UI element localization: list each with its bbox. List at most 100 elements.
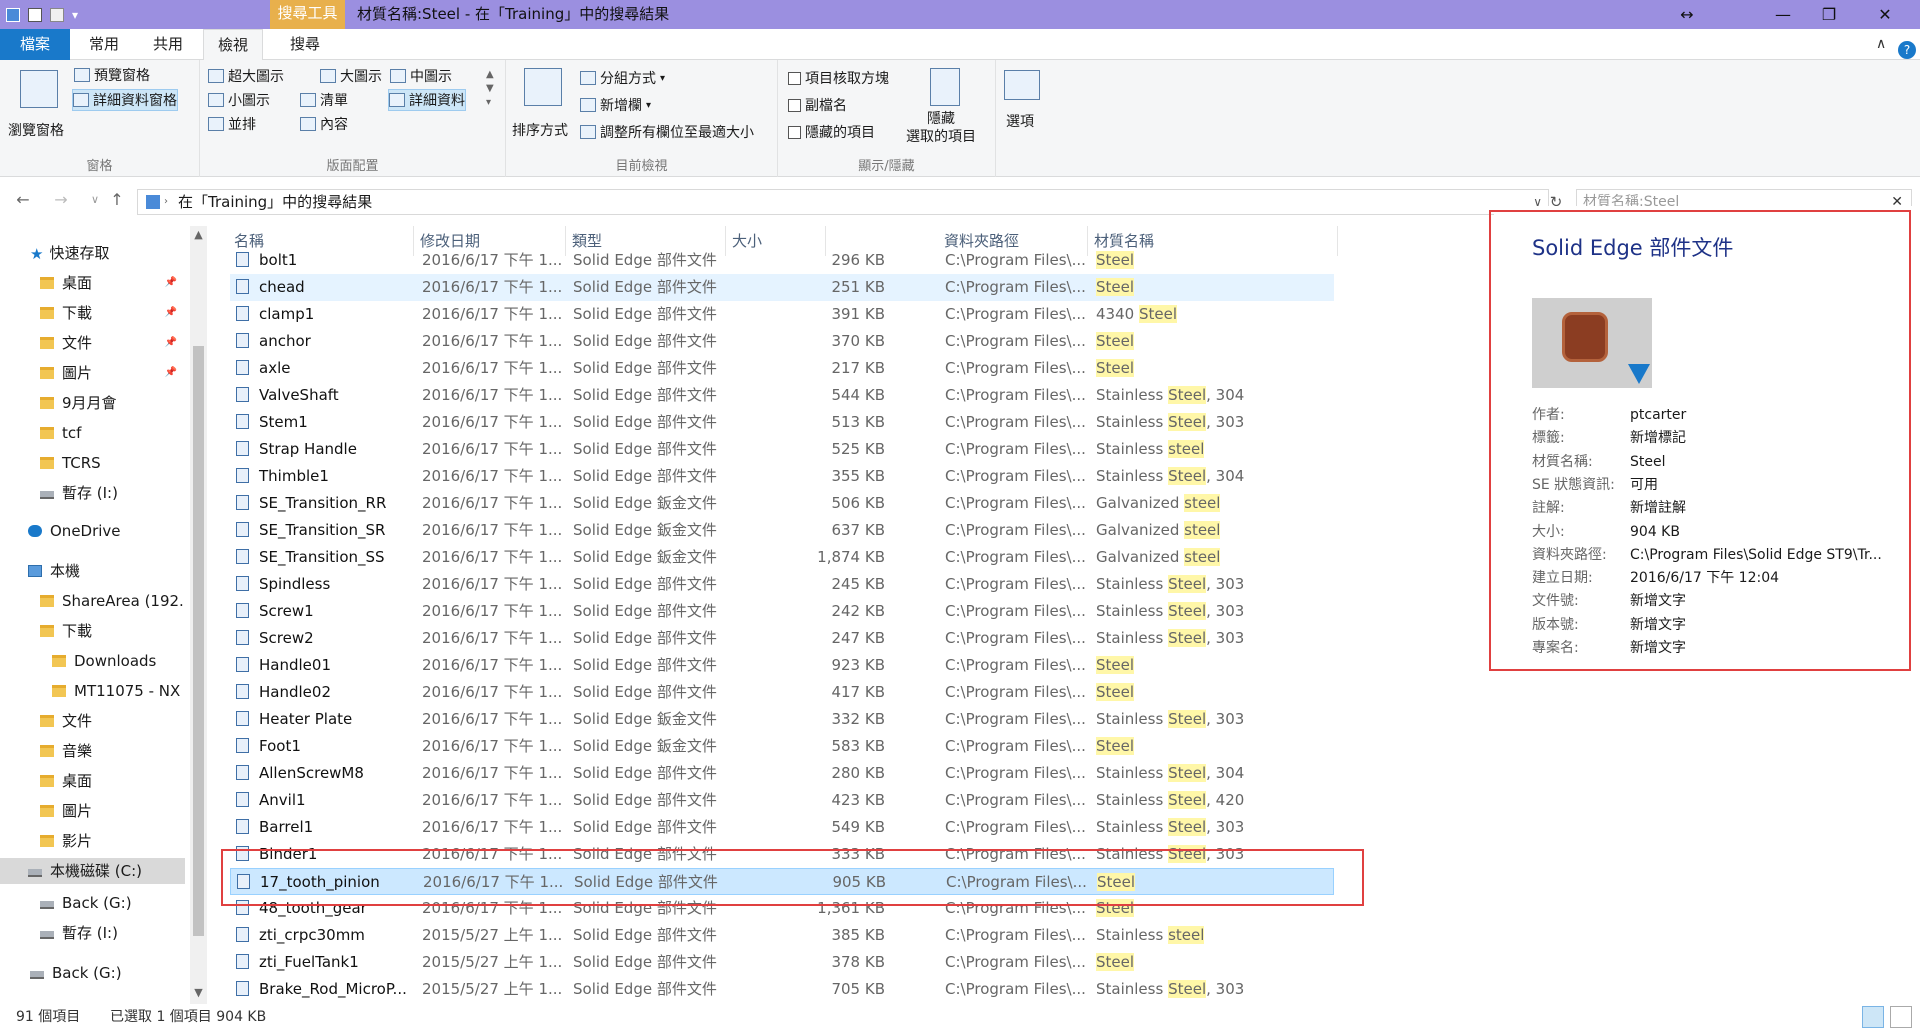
file-row[interactable]: clamp1 2016/6/17 下午 1... Solid Edge 部件文件 39… bbox=[230, 301, 1334, 328]
small-icons-button[interactable]: 小圖示 bbox=[208, 89, 270, 111]
file-row[interactable]: axle 2016/6/17 下午 1... Solid Edge 部件文件 217 … bbox=[230, 355, 1334, 382]
collapse-ribbon-icon[interactable]: ∧ bbox=[1876, 29, 1886, 60]
nav-item[interactable]: TCRS bbox=[0, 450, 185, 476]
nav-item[interactable]: 下載 📌 bbox=[0, 300, 185, 326]
nav-item[interactable]: 影片 bbox=[0, 828, 185, 854]
checkbox[interactable] bbox=[788, 125, 801, 139]
nav-scrollbar[interactable]: ▲ ▼ bbox=[190, 226, 207, 1004]
file-row[interactable]: 17_tooth_pinion 2016/6/17 下午 1... Solid Ed… bbox=[230, 868, 1334, 895]
size-all-columns-button[interactable]: 調整所有欄位至最適大小 bbox=[580, 121, 754, 143]
file-row[interactable]: zti_crpc30mm 2015/5/27 上午 1... Solid Edge … bbox=[230, 922, 1334, 949]
recent-locations-icon[interactable]: ∨ bbox=[84, 189, 106, 211]
checkbox[interactable] bbox=[788, 71, 801, 85]
file-row[interactable]: anchor 2016/6/17 下午 1... Solid Edge 部件文件 37… bbox=[230, 328, 1334, 355]
nav-item[interactable]: 暫存 (I:) bbox=[0, 920, 185, 946]
nav-item[interactable]: 下載 bbox=[0, 618, 185, 644]
file-row[interactable]: Handle01 2016/6/17 下午 1... Solid Edge 部件文件… bbox=[230, 652, 1334, 679]
scroll-down-icon[interactable]: ▼ bbox=[190, 986, 207, 999]
file-row[interactable]: 48_tooth_gear 2016/6/17 下午 1... Solid Edge… bbox=[230, 895, 1334, 922]
forward-arrow-icon[interactable]: → bbox=[50, 189, 72, 211]
property-value[interactable]: Steel bbox=[1630, 451, 1890, 473]
details-view-toggle-icon[interactable] bbox=[1862, 1006, 1884, 1028]
file-row[interactable]: Handle02 2016/6/17 下午 1... Solid Edge 部件文件… bbox=[230, 679, 1334, 706]
nav-item[interactable]: 暫存 (I:) bbox=[0, 480, 185, 506]
medium-icons-button[interactable]: 中圖示 bbox=[390, 65, 452, 87]
nav-item[interactable]: OneDrive bbox=[0, 518, 185, 544]
property-value[interactable]: 新增文字 bbox=[1630, 614, 1890, 636]
tab-share[interactable]: 共用 bbox=[140, 29, 196, 60]
property-value[interactable]: 可用 bbox=[1630, 474, 1890, 496]
nav-scroll-thumb[interactable] bbox=[193, 346, 204, 936]
nav-item[interactable]: Back (G:) bbox=[0, 960, 185, 986]
hidden-items-toggle[interactable]: 隱藏的項目 bbox=[788, 121, 875, 143]
file-row[interactable]: zti_FuelTank1 2015/5/27 上午 1... Solid Edge… bbox=[230, 949, 1334, 976]
hide-selected-button[interactable]: 隱藏 選取的項目 bbox=[906, 110, 976, 154]
file-row[interactable]: ValveShaft 2016/6/17 下午 1... Solid Edge 部件… bbox=[230, 382, 1334, 409]
nav-item[interactable]: Downloads bbox=[0, 648, 185, 674]
pin-icon[interactable]: 📌 bbox=[165, 360, 177, 386]
nav-item[interactable]: 本機磁碟 (C:) bbox=[0, 858, 185, 884]
file-row[interactable]: SE_Transition_SR 2016/6/17 下午 1... Solid E… bbox=[230, 517, 1334, 544]
breadcrumb-chevron-icon[interactable]: › bbox=[164, 190, 168, 214]
nav-item[interactable]: Back (G:) bbox=[0, 890, 185, 916]
file-row[interactable]: Spindless 2016/6/17 下午 1... Solid Edge 部件文… bbox=[230, 571, 1334, 598]
sort-by-button[interactable]: 排序方式 bbox=[512, 110, 568, 150]
group-by-button[interactable]: 分組方式 ▾ bbox=[580, 67, 665, 89]
nav-item[interactable]: 桌面 bbox=[0, 768, 185, 794]
details-view-button[interactable]: 詳細資料 bbox=[388, 89, 466, 111]
tab-file[interactable]: 檔案 bbox=[0, 29, 70, 60]
tiles-button[interactable]: 並排 bbox=[208, 113, 256, 135]
property-value[interactable]: C:\Program Files\Solid Edge ST9\Tr... bbox=[1630, 544, 1890, 566]
pin-icon[interactable]: 📌 bbox=[165, 300, 177, 326]
property-value[interactable]: 新增標記 bbox=[1630, 427, 1890, 449]
nav-pane-button[interactable]: 瀏覽窗格 bbox=[8, 110, 64, 150]
add-columns-button[interactable]: 新增欄 ▾ bbox=[580, 94, 651, 116]
file-row[interactable]: Barrel1 2016/6/17 下午 1... Solid Edge 部件文件 5… bbox=[230, 814, 1334, 841]
close-button[interactable]: ✕ bbox=[1862, 0, 1908, 29]
layout-scroll-icon[interactable]: ▲ ▼ ▾ bbox=[486, 68, 494, 110]
nav-item[interactable]: 文件 bbox=[0, 708, 185, 734]
extra-large-icons-button[interactable]: 超大圖示 bbox=[208, 65, 284, 87]
item-checkboxes-toggle[interactable]: 項目核取方塊 bbox=[788, 67, 889, 89]
nav-item[interactable]: 文件 📌 bbox=[0, 330, 185, 356]
pin-icon[interactable]: 📌 bbox=[165, 270, 177, 296]
minimize-button[interactable]: — bbox=[1760, 0, 1806, 29]
scroll-up-icon[interactable]: ▲ bbox=[190, 228, 207, 241]
file-row[interactable]: Screw2 2016/6/17 下午 1... Solid Edge 部件文件 24… bbox=[230, 625, 1334, 652]
file-row[interactable]: Thimble1 2016/6/17 下午 1... Solid Edge 部件文件… bbox=[230, 463, 1334, 490]
preview-pane-button[interactable]: 預覽窗格 bbox=[74, 64, 150, 86]
up-arrow-icon[interactable]: ↑ bbox=[106, 189, 128, 211]
new-folder-icon[interactable] bbox=[50, 7, 64, 22]
tab-home[interactable]: 常用 bbox=[76, 29, 132, 60]
tab-view[interactable]: 檢視 bbox=[203, 29, 263, 61]
nav-item[interactable]: 音樂 bbox=[0, 738, 185, 764]
properties-icon[interactable] bbox=[28, 7, 42, 22]
file-row[interactable]: SE_Transition_SS 2016/6/17 下午 1... Solid E… bbox=[230, 544, 1334, 571]
file-extensions-toggle[interactable]: 副檔名 bbox=[788, 94, 847, 116]
property-value[interactable]: 新增文字 bbox=[1630, 590, 1890, 612]
restore-icon[interactable]: ↔ bbox=[1664, 0, 1710, 29]
nav-item[interactable]: tcf bbox=[0, 420, 185, 446]
file-row[interactable]: Anvil1 2016/6/17 下午 1... Solid Edge 部件文件 42… bbox=[230, 787, 1334, 814]
nav-item[interactable]: ★ 快速存取 bbox=[0, 240, 185, 266]
property-value[interactable]: 2016/6/17 下午 12:04 bbox=[1630, 567, 1890, 589]
list-button[interactable]: 清單 bbox=[300, 89, 348, 111]
nav-item[interactable]: MT11075 - NX C bbox=[0, 678, 185, 704]
file-row[interactable]: Foot1 2016/6/17 下午 1... Solid Edge 鈑金文件 583… bbox=[230, 733, 1334, 760]
maximize-button[interactable]: ❐ bbox=[1806, 0, 1852, 29]
nav-item[interactable]: 桌面 📌 bbox=[0, 270, 185, 296]
property-value[interactable]: 新增註解 bbox=[1630, 497, 1890, 519]
customize-qat-icon[interactable]: ▾ bbox=[72, 8, 78, 22]
property-value[interactable]: 新增文字 bbox=[1630, 637, 1890, 659]
file-row[interactable]: chead 2016/6/17 下午 1... Solid Edge 部件文件 251… bbox=[230, 274, 1334, 301]
property-value[interactable]: ptcarter bbox=[1630, 404, 1890, 426]
file-row[interactable]: AllenScrewM8 2016/6/17 下午 1... Solid Edge … bbox=[230, 760, 1334, 787]
nav-item[interactable]: 圖片 bbox=[0, 798, 185, 824]
details-pane-button[interactable]: 詳細資料窗格 bbox=[72, 89, 178, 111]
nav-item[interactable]: 本機 bbox=[0, 558, 185, 584]
address-bar[interactable]: › 在「Training」中的搜尋結果 ∨ bbox=[137, 189, 1549, 215]
explorer-icon[interactable] bbox=[6, 7, 20, 22]
nav-item[interactable]: ShareArea (192.16 bbox=[0, 588, 185, 614]
file-row[interactable]: bolt1 2016/6/17 下午 1... Solid Edge 部件文件 296… bbox=[230, 247, 1334, 274]
file-row[interactable]: Stem1 2016/6/17 下午 1... Solid Edge 部件文件 513… bbox=[230, 409, 1334, 436]
